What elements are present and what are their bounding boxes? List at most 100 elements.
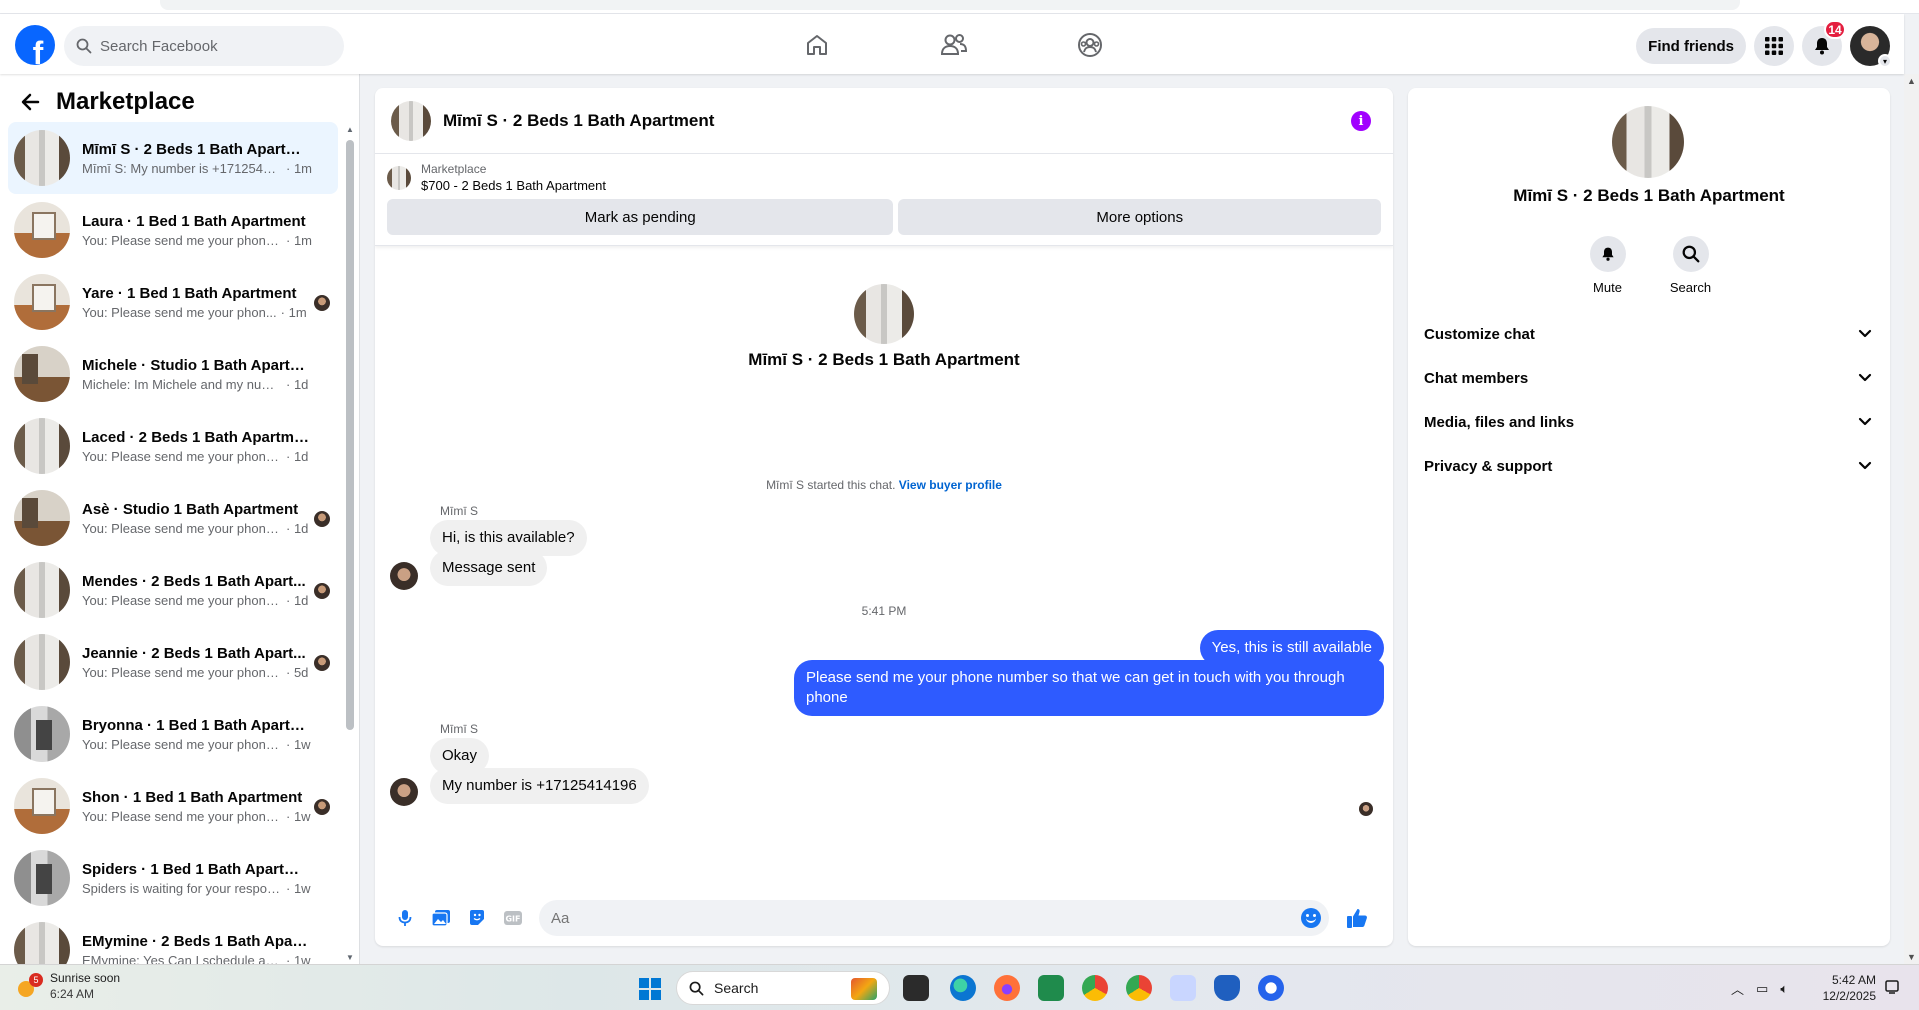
clock-date: 12/2/2025 — [1822, 989, 1876, 1003]
facebook-logo-icon[interactable]: f — [15, 25, 55, 65]
profile-avatar[interactable]: ▾ — [1850, 26, 1892, 68]
support-app-icon[interactable] — [1258, 975, 1284, 1001]
sidebar-scrollbar[interactable]: ▲ ▼ — [346, 126, 354, 962]
scroll-down-arrow-icon[interactable]: ▼ — [1907, 952, 1916, 962]
listing-label: Marketplace — [421, 162, 487, 176]
scroll-down-arrow-icon[interactable]: ▼ — [346, 954, 354, 962]
view-buyer-profile-link[interactable]: View buyer profile — [899, 478, 1002, 492]
message-input[interactable] — [551, 909, 1271, 927]
chevron-down-icon: ▾ — [1878, 54, 1892, 68]
conversation-item-laced[interactable]: Laced · 2 Beds 1 Bath Apartment You: Plea… — [8, 410, 338, 482]
chevron-down-icon — [1858, 417, 1872, 426]
page-scrollbar[interactable]: ▲ ▼ — [1904, 74, 1919, 964]
conversation-item-bryonna[interactable]: Bryonna · 1 Bed 1 Bath Apartment You: Ple… — [8, 698, 338, 770]
listing-bar: Marketplace $700 - 2 Beds 1 Bath Apartme… — [375, 154, 1393, 246]
emoji-icon[interactable] — [1301, 908, 1321, 928]
back-arrow-icon[interactable] — [20, 92, 40, 112]
incoming-message[interactable]: My number is +17125414196 — [430, 768, 649, 804]
chat-header-title[interactable]: Mīmī S · 2 Beds 1 Bath Apartment — [443, 111, 714, 131]
mark-as-pending-button[interactable]: Mark as pending — [387, 199, 894, 235]
conversation-item-shon[interactable]: Shon · 1 Bed 1 Bath Apartment You: Please… — [8, 770, 338, 842]
windows-start-icon[interactable] — [639, 978, 661, 1000]
more-options-button[interactable]: More options — [898, 199, 1381, 235]
sticker-icon[interactable] — [459, 900, 495, 936]
seen-indicator-avatar — [1359, 802, 1373, 816]
notification-center-icon[interactable] — [1884, 979, 1900, 995]
scroll-up-arrow-icon[interactable]: ▲ — [1907, 76, 1916, 86]
find-friends-button[interactable]: Find friends — [1636, 28, 1746, 64]
thumbs-up-icon[interactable] — [1339, 900, 1375, 936]
gif-icon[interactable]: GIF — [495, 900, 531, 936]
conversation-item-spiders[interactable]: Spiders · 1 Bed 1 Bath Apartment Spiders … — [8, 842, 338, 914]
search-action[interactable]: Search — [1667, 236, 1715, 295]
snipping-tool-icon[interactable] — [1170, 975, 1196, 1001]
file-explorer-icon[interactable] — [903, 975, 929, 1001]
conversation-item-michele[interactable]: Michele · Studio 1 Bath Apartment Michele… — [8, 338, 338, 410]
grid-menu-icon — [1765, 37, 1783, 55]
details-listing-thumbnail[interactable] — [1612, 106, 1684, 178]
conversation-title: Yare · 1 Bed 1 Bath Apartment — [82, 284, 297, 302]
listing-title[interactable]: $700 - 2 Beds 1 Bath Apartment — [421, 178, 606, 193]
sender-avatar[interactable] — [390, 562, 418, 590]
conversation-item-emymine[interactable]: EMymine · 2 Beds 1 Bath Apart... EMymine:… — [8, 914, 338, 964]
chrome-profile-2-icon[interactable] — [1126, 975, 1152, 1001]
menu-grid-button[interactable] — [1754, 26, 1794, 66]
search-icon[interactable] — [1672, 236, 1709, 272]
conversation-item-ase[interactable]: Asè · Studio 1 Bath Apartment You: Please… — [8, 482, 338, 554]
conversation-preview: You: Please send me your phone n... — [82, 232, 282, 248]
conversation-list: Mīmī S · 2 Beds 1 Bath Apartment Mīmī S: … — [8, 122, 338, 964]
sender-avatar[interactable] — [390, 778, 418, 806]
conversation-time: · 1w — [286, 808, 311, 824]
listing-thumbnail — [14, 922, 70, 964]
conversation-preview: You: Please send me your phone n... — [82, 736, 282, 752]
firefox-icon[interactable] — [994, 975, 1020, 1001]
message-input-box[interactable] — [539, 900, 1329, 936]
weather-widget[interactable]: 5 Sunrise soon 6:24 AM — [14, 971, 120, 1001]
info-icon[interactable]: i — [1351, 111, 1371, 131]
vpn-shield-icon[interactable] — [1214, 975, 1240, 1001]
section-label: Privacy & support — [1424, 457, 1553, 475]
sidebar-scroll-thumb[interactable] — [346, 140, 354, 730]
conversation-title: EMymine · 2 Beds 1 Bath Apart... — [82, 932, 312, 950]
photo-icon[interactable] — [423, 900, 459, 936]
conversation-time: · 1m — [286, 160, 312, 176]
address-bar[interactable] — [160, 0, 1740, 10]
chrome-profile-1-icon[interactable] — [1082, 975, 1108, 1001]
conversation-item-mimi[interactable]: Mīmī S · 2 Beds 1 Bath Apartment Mīmī S: … — [8, 122, 338, 194]
conversation-item-yare[interactable]: Yare · 1 Bed 1 Bath Apartment You: Please… — [8, 266, 338, 338]
spreadsheet-app-icon[interactable] — [1038, 975, 1064, 1001]
chevron-down-icon — [1858, 373, 1872, 382]
mute-bell-icon[interactable] — [1589, 236, 1626, 272]
section-media-files-links[interactable]: Media, files and links — [1416, 400, 1882, 444]
conversation-item-jeannie[interactable]: Jeannie · 2 Beds 1 Bath Apart... You: Ple… — [8, 626, 338, 698]
groups-icon[interactable] — [1073, 28, 1107, 62]
conversation-preview: You: Please send me your phone n... — [82, 448, 282, 464]
mute-label: Mute — [1593, 280, 1622, 295]
taskbar-search[interactable]: Search — [676, 971, 890, 1005]
chevron-up-icon[interactable]: ︿ — [1731, 979, 1744, 998]
network-icon[interactable]: ▭ — [1756, 981, 1768, 997]
incoming-message[interactable]: Message sent — [430, 550, 548, 586]
details-sections: Customize chat Chat members Media, files… — [1416, 312, 1882, 488]
search-facebook-box[interactable] — [64, 26, 344, 66]
mute-action[interactable]: Mute — [1584, 236, 1632, 295]
conversation-item-mendes[interactable]: Mendes · 2 Beds 1 Bath Apart... You: Plea… — [8, 554, 338, 626]
chat-listing-thumbnail[interactable] — [391, 100, 431, 141]
home-icon[interactable] — [800, 28, 834, 62]
friends-icon[interactable] — [937, 28, 971, 62]
system-clock[interactable]: 5:42 AM 12/2/2025 — [1806, 972, 1876, 1004]
section-privacy-support[interactable]: Privacy & support — [1416, 444, 1882, 488]
conversation-time: · 5d — [286, 664, 309, 680]
volume-icon[interactable]: 🔈︎ — [1780, 981, 1788, 997]
section-customize-chat[interactable]: Customize chat — [1416, 312, 1882, 356]
conversation-item-laura[interactable]: Laura · 1 Bed 1 Bath Apartment You: Pleas… — [8, 194, 338, 266]
listing-small-thumbnail[interactable] — [387, 165, 411, 190]
outgoing-message[interactable]: Please send me your phone number so that… — [794, 660, 1384, 716]
notifications-button[interactable]: 14 — [1802, 20, 1846, 66]
section-chat-members[interactable]: Chat members — [1416, 356, 1882, 400]
microphone-icon[interactable] — [387, 900, 423, 936]
search-input[interactable] — [100, 37, 320, 55]
conversation-title: Mīmī S · 2 Beds 1 Bath Apartment — [82, 140, 312, 158]
edge-browser-icon[interactable] — [950, 975, 976, 1001]
scroll-up-arrow-icon[interactable]: ▲ — [346, 126, 354, 134]
